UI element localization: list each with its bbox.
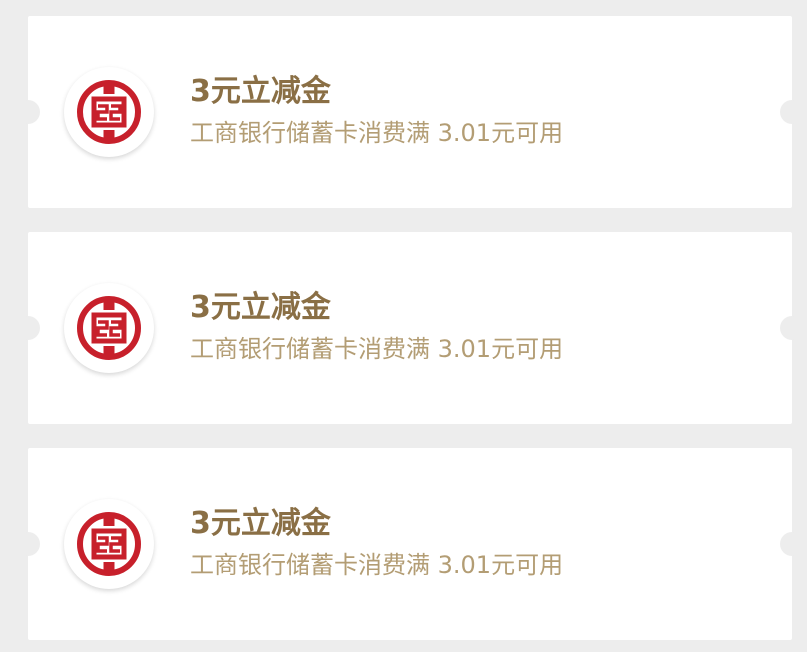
coupon-card[interactable]: 3元立减金 工商银行储蓄卡消费满 3.01元可用 bbox=[16, 16, 804, 208]
icbc-logo-icon bbox=[64, 67, 154, 157]
ticket-notch-left bbox=[16, 316, 40, 340]
coupon-description: 工商银行储蓄卡消费满 3.01元可用 bbox=[190, 335, 564, 363]
coupon-text: 3元立减金 工商银行储蓄卡消费满 3.01元可用 bbox=[190, 289, 772, 365]
coupon-card[interactable]: 3元立减金 工商银行储蓄卡消费满 3.01元可用 bbox=[16, 448, 804, 640]
coupon-text: 3元立减金 工商银行储蓄卡消费满 3.01元可用 bbox=[190, 73, 772, 149]
coupon-list: 3元立减金 工商银行储蓄卡消费满 3.01元可用 3元立减金 工商银行储蓄卡消费… bbox=[0, 0, 807, 652]
coupon-text: 3元立减金 工商银行储蓄卡消费满 3.01元可用 bbox=[190, 505, 772, 581]
coupon-description: 工商银行储蓄卡消费满 3.01元可用 bbox=[190, 119, 564, 147]
icbc-logo-icon bbox=[64, 283, 154, 373]
ticket-notch-right bbox=[780, 532, 804, 556]
coupon-title: 3元立减金 bbox=[190, 506, 331, 541]
coupon-description: 工商银行储蓄卡消费满 3.01元可用 bbox=[190, 551, 564, 579]
ticket-notch-right bbox=[780, 316, 804, 340]
ticket-notch-left bbox=[16, 532, 40, 556]
ticket-notch-left bbox=[16, 100, 40, 124]
icbc-logo-icon bbox=[64, 499, 154, 589]
ticket-notch-right bbox=[780, 100, 804, 124]
coupon-title: 3元立减金 bbox=[190, 290, 331, 325]
coupon-title: 3元立减金 bbox=[190, 74, 331, 109]
coupon-card[interactable]: 3元立减金 工商银行储蓄卡消费满 3.01元可用 bbox=[16, 232, 804, 424]
